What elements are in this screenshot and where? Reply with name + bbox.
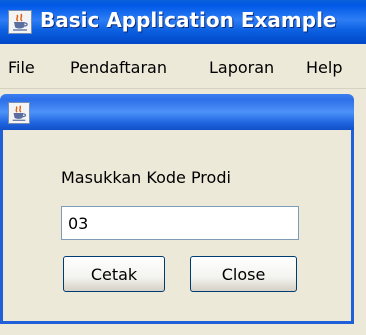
- main-window-titlebar[interactable]: Basic Application Example: [0, 0, 366, 44]
- kode-prodi-dialog: Masukkan Kode Prodi Cetak Close: [0, 94, 354, 324]
- kode-prodi-input[interactable]: [61, 206, 299, 240]
- menu-laporan[interactable]: Laporan: [209, 58, 274, 77]
- close-button[interactable]: Close: [190, 256, 297, 292]
- dialog-body: Masukkan Kode Prodi Cetak Close: [0, 130, 354, 324]
- dialog-titlebar[interactable]: [0, 94, 354, 130]
- menu-help[interactable]: Help: [306, 58, 342, 77]
- kode-prodi-label: Masukkan Kode Prodi: [61, 168, 231, 187]
- java-cup-icon: [8, 10, 32, 34]
- menu-pendaftaran[interactable]: Pendaftaran: [70, 58, 167, 77]
- menu-file[interactable]: File: [8, 58, 35, 77]
- java-cup-icon: [8, 102, 30, 124]
- cetak-button[interactable]: Cetak: [63, 256, 165, 292]
- window-title: Basic Application Example: [40, 8, 337, 32]
- menu-bar: File Pendaftaran Laporan Help: [0, 44, 366, 89]
